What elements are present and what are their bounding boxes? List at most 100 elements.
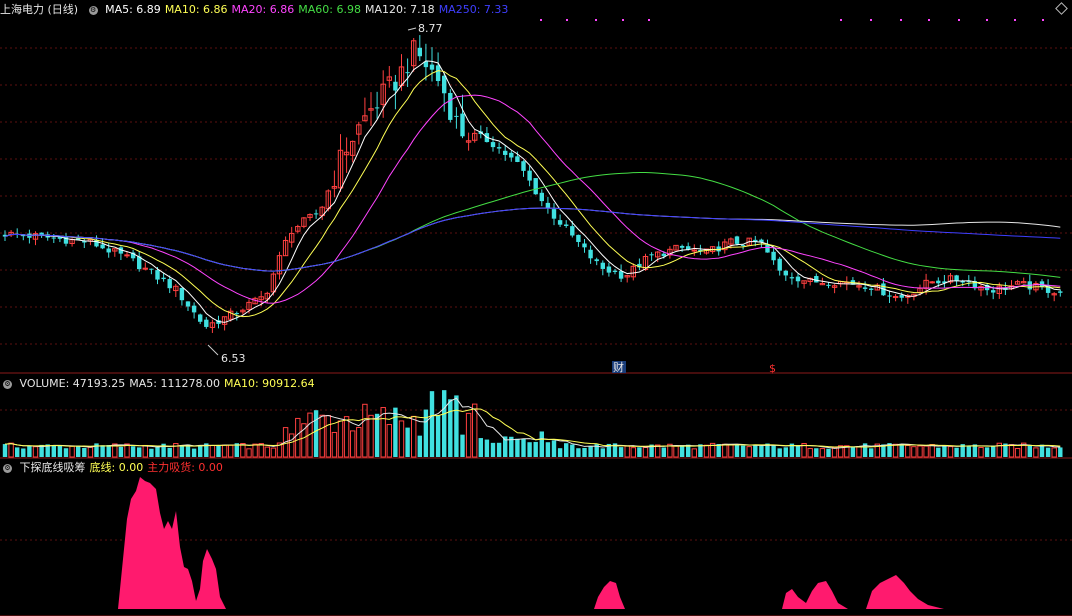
volume-bar [76,445,81,457]
volume-legend-item-0: VOLUME: 47193.25 [19,377,126,390]
candle-body [929,281,935,284]
volume-bar [51,445,56,457]
candle-body [740,244,746,246]
candle-body [490,142,496,148]
volume-bar [1027,445,1032,457]
top-signal-dot [1014,19,1016,21]
volume-bar [637,447,642,457]
volume-legend-item-1: MA5: 111278.00 [129,377,220,390]
top-signal-dot [958,19,960,21]
volume-bar [679,445,685,457]
candle-body [576,234,581,242]
candle-body [39,232,44,235]
volume-bar [850,446,856,457]
ma-legend: MA5: 6.89 MA10: 6.86 MA20: 6.86 MA60: 6.98 M… [105,3,512,16]
volume-bar [198,444,203,457]
volume-bar [484,439,490,457]
candle-body [435,65,441,82]
candle-body [564,224,569,226]
candle-body [509,152,514,158]
candle-body [734,236,740,244]
candle-body [869,288,874,290]
volume-bar [814,448,819,457]
settings-circle-icon[interactable]: ⚙ [3,379,12,389]
volume-bar [393,407,398,457]
volume-bar [100,445,105,457]
high-price-label: 8.77 [418,22,443,35]
candle-body [527,170,532,181]
volume-bar [759,445,764,457]
candle-body [600,262,605,269]
volume-bar [533,441,538,457]
volume-bar [545,442,551,457]
stock-chart: 8.77 6.53 财 $ [0,0,1072,616]
volume-bar [740,445,746,457]
candle-body [106,248,111,253]
volume-bar [582,447,587,457]
volume-bar [15,447,20,457]
candle-body [539,192,544,202]
volume-bar [600,448,605,457]
candle-body [899,295,904,298]
top-signal-dot [840,19,842,21]
candle-body [954,275,959,281]
candle-body [448,92,453,120]
settings-circle-icon[interactable]: ⚙ [88,5,98,15]
candle-body [588,249,593,259]
candle-body [618,271,624,279]
indicator-header: ⚙ 下探底线吸筹 底线: 0.00 主力吸货: 0.00 [0,460,231,476]
ma-legend-item-1: MA10: 6.86 [164,3,228,16]
volume-bar [869,448,874,457]
candle-body [649,254,654,256]
candle-body [771,251,776,261]
candle-body [417,47,422,57]
volume-bar [216,445,221,457]
candle-body [51,237,56,239]
candle-body [795,276,801,282]
candle-body [1039,281,1045,287]
candle-body [862,287,868,289]
volume-bar [515,438,520,457]
volume-bar [57,445,63,457]
volume-bar [460,434,465,457]
volume-bar [405,427,410,457]
candle-body [142,267,149,270]
top-signal-dot [900,19,902,21]
volume-bar [429,391,435,457]
volume-bar [570,444,575,457]
candle-body [521,161,526,171]
volume-bar [191,448,197,457]
settings-circle-icon[interactable]: ⚙ [3,463,12,473]
candle-body [161,277,166,280]
low-price-label: 6.53 [221,352,246,365]
volume-bar [155,446,160,457]
candle-body [582,243,587,248]
indicator-legend-item-2: 主力吸货: 0.00 [147,461,223,474]
ma-legend-item-0: MA5: 6.89 [105,3,161,16]
candle-body [204,319,209,327]
candle-body [991,290,996,293]
volume-bar [942,445,947,457]
top-signal-dot [540,19,542,21]
candle-body [936,280,941,284]
volume-bar [179,445,185,457]
volume-bar [576,448,581,457]
volume-bar [954,447,959,457]
volume-bar [313,410,319,457]
candle-body [179,287,185,301]
candle-body [515,156,520,162]
volume-bar [527,442,532,457]
volume-bar [496,442,502,457]
volume-bar [557,448,563,457]
volume-bar [423,409,429,457]
volume-bar [435,415,441,457]
top-signal-dot [928,19,930,21]
volume-bar [521,438,526,457]
candle-body [545,202,551,209]
volume-bar [771,444,776,457]
volume-bar [454,395,459,457]
candle-body [826,284,831,286]
volume-bar [551,440,557,457]
volume-bar [564,443,569,457]
top-signal-dot [870,19,872,21]
